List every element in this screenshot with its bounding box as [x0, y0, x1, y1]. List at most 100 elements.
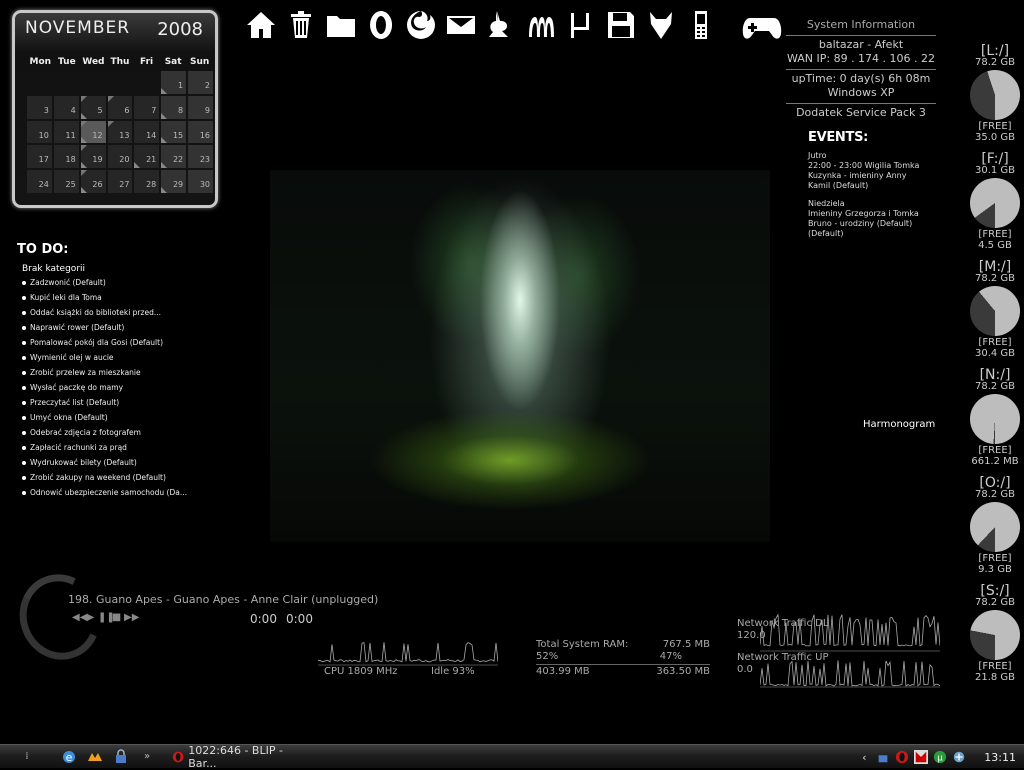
- fox-head-icon[interactable]: [644, 7, 678, 43]
- drive-free-value: 4.5 GB: [978, 240, 1012, 251]
- mail-icon[interactable]: [444, 7, 478, 43]
- calendar-day[interactable]: 23: [188, 145, 213, 169]
- taskbar: ⁞ e » 1022:646 - BLIP - Bar... ‹ µ 13:11: [0, 744, 1024, 770]
- todo-item[interactable]: Wysłać paczkę do mamy: [22, 380, 187, 395]
- opera-icon[interactable]: [364, 7, 398, 43]
- m-icon[interactable]: [524, 7, 558, 43]
- calendar-day[interactable]: 10: [27, 120, 52, 144]
- quicklaunch-more-icon[interactable]: »: [138, 749, 156, 765]
- calendar-day[interactable]: 21: [134, 145, 160, 169]
- todo-item[interactable]: Zrobić zakupy na weekend (Default): [22, 470, 187, 485]
- play-icon[interactable]: ▶: [85, 612, 96, 623]
- system-uptime: upTime: 0 day(s) 6h 08m: [791, 72, 931, 85]
- calendar-day[interactable]: 11: [53, 120, 79, 144]
- net-panel: Network Traffic DL 120.0 Network Traffic…: [737, 618, 829, 676]
- todo-item[interactable]: Zadzwonić (Default): [22, 275, 187, 290]
- pause-icon[interactable]: ❚❚: [98, 612, 115, 623]
- drive-widget[interactable]: [L:/] 78.2 GB [FREE] 35.0 GB: [966, 44, 1024, 152]
- calendar-day[interactable]: 18: [53, 145, 79, 169]
- calendar-day[interactable]: 3: [27, 95, 52, 119]
- calendar-day[interactable]: 19: [80, 145, 106, 169]
- net-up-value: 0.0: [737, 664, 753, 675]
- todo-item[interactable]: Odebrać zdjęcia z fotografem: [22, 425, 187, 440]
- taskbar-clock[interactable]: 13:11: [984, 751, 1016, 764]
- folder-icon[interactable]: [324, 7, 358, 43]
- rewind-icon[interactable]: ◀◀: [72, 612, 87, 623]
- ram-title: Total System RAM:: [536, 639, 629, 650]
- todo-item[interactable]: Zrobić przelew za mieszkanie: [22, 365, 187, 380]
- drive-widget[interactable]: [O:/] 78.2 GB [FREE] 9.3 GB: [966, 476, 1024, 584]
- calendar-weekdays: Mon Tue Wed Thu Fri Sat Sun: [27, 57, 213, 67]
- calendar-day[interactable]: 9: [188, 95, 213, 119]
- tray-utorrent-icon[interactable]: µ: [932, 749, 948, 765]
- calendar-day[interactable]: 20: [107, 145, 133, 169]
- drive-label: [L:/]: [980, 43, 1010, 59]
- todo-item[interactable]: Wymienić olej w aucie: [22, 350, 187, 365]
- calendar-day[interactable]: 24: [27, 170, 52, 193]
- todo-item[interactable]: Pomalować pokój dla Gosi (Default): [22, 335, 187, 350]
- calendar-day[interactable]: 28: [134, 170, 160, 193]
- gamepad-icon[interactable]: [742, 12, 782, 42]
- show-desktop-icon[interactable]: ⁞: [18, 749, 36, 765]
- todo-item[interactable]: Umyć okna (Default): [22, 410, 187, 425]
- system-user: baltazar - Afekt: [818, 38, 904, 51]
- calendar-day[interactable]: 25: [53, 170, 79, 193]
- home-icon[interactable]: [244, 7, 278, 43]
- drive-widget[interactable]: [N:/] 78.2 GB [FREE] 661.2 MB: [966, 368, 1024, 476]
- calendar-day[interactable]: 30: [188, 170, 213, 193]
- winamp-icon[interactable]: [86, 749, 104, 765]
- floppy-icon[interactable]: [604, 7, 638, 43]
- tray-security-icon[interactable]: [875, 749, 891, 765]
- harmonogram-label[interactable]: Harmonogram: [863, 419, 935, 430]
- todo-item[interactable]: Oddać książki do biblioteki przed...: [22, 305, 187, 320]
- todo-item[interactable]: Naprawić rower (Default): [22, 320, 187, 335]
- forward-icon[interactable]: ▶▶: [124, 612, 139, 623]
- calendar-day[interactable]: 17: [27, 145, 52, 169]
- calendar-day[interactable]: 5: [80, 95, 106, 119]
- drive-free-label: [FREE]: [978, 337, 1012, 348]
- drive-widget[interactable]: [S:/] 78.2 GB [FREE] 21.8 GB: [966, 584, 1024, 692]
- mu-icon[interactable]: [564, 7, 598, 43]
- firefox-icon[interactable]: [404, 7, 438, 43]
- calendar-day[interactable]: 2: [188, 71, 213, 94]
- calendar-day[interactable]: 12: [80, 120, 106, 144]
- tray-network-icon[interactable]: [951, 749, 967, 765]
- calendar-day[interactable]: 1: [161, 71, 187, 94]
- wallpaper-image: [270, 170, 770, 542]
- calendar-day[interactable]: 22: [161, 145, 187, 169]
- drive-widget[interactable]: [F:/] 30.1 GB [FREE] 4.5 GB: [966, 152, 1024, 260]
- calendar-day[interactable]: 16: [188, 120, 213, 144]
- calendar-day[interactable]: 27: [107, 170, 133, 193]
- todo-item[interactable]: Wydrukować bilety (Default): [22, 455, 187, 470]
- calendar-day[interactable]: 29: [161, 170, 187, 193]
- tray-opera-icon[interactable]: [894, 749, 910, 765]
- calendar-day[interactable]: 13: [107, 120, 133, 144]
- rabbit-icon[interactable]: [484, 7, 518, 43]
- drive-free-label: [FREE]: [978, 229, 1012, 240]
- calendar-day[interactable]: 4: [53, 95, 79, 119]
- security-icon[interactable]: [112, 748, 130, 765]
- calendar-day: [108, 71, 133, 94]
- calendar-day[interactable]: 8: [161, 95, 187, 119]
- calendar-day[interactable]: 15: [161, 120, 187, 144]
- tray-expand-icon[interactable]: ‹: [856, 749, 872, 765]
- todo-category: Brak kategorii: [22, 264, 86, 274]
- stop-icon[interactable]: ■: [111, 612, 122, 623]
- tray-antivirus-icon[interactable]: [913, 749, 929, 765]
- calendar-day[interactable]: 26: [80, 170, 106, 193]
- calendar-day[interactable]: 7: [134, 95, 160, 119]
- todo-panel: TO DO: Brak kategorii Zadzwonić (Default…: [17, 242, 187, 500]
- calendar-day[interactable]: 6: [107, 95, 133, 119]
- todo-item[interactable]: Zapłacić rachunki za prąd: [22, 440, 187, 455]
- phone-icon[interactable]: [684, 7, 718, 43]
- todo-item[interactable]: Odnowić ubezpieczenie samochodu (Da...: [22, 485, 187, 500]
- todo-item[interactable]: Kupić leki dla Toma: [22, 290, 187, 305]
- calendar-day[interactable]: 14: [134, 120, 160, 144]
- drive-widget[interactable]: [M:/] 78.2 GB [FREE] 30.4 GB: [966, 260, 1024, 368]
- trash-icon[interactable]: [284, 7, 318, 43]
- event-line: Kamil (Default): [808, 181, 869, 190]
- calendar-weekday: Fri: [140, 57, 154, 67]
- taskbar-button-opera[interactable]: 1022:646 - BLIP - Bar...: [168, 744, 303, 770]
- ie-icon[interactable]: e: [60, 749, 78, 765]
- todo-item[interactable]: Przeczytać list (Default): [22, 395, 187, 410]
